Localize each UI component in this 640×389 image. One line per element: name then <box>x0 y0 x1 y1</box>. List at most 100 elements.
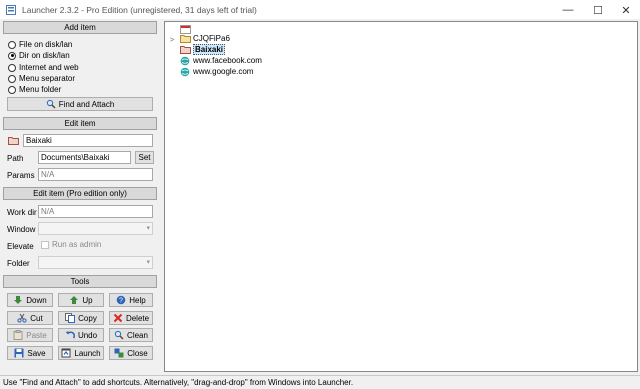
cut-label: Cut <box>30 313 43 323</box>
paste-icon <box>13 330 23 340</box>
maximize-button[interactable]: ☐ <box>584 0 612 20</box>
radio-label: Menu separator <box>19 74 76 83</box>
tree-item-cjqfipa6[interactable]: CJQFiPa6 <box>180 34 230 43</box>
workdir-field[interactable]: N/A <box>38 205 153 218</box>
tree-item-label: www.facebook.com <box>193 56 262 65</box>
radio-menu-separator[interactable]: Menu separator <box>8 73 75 84</box>
copy-icon <box>65 313 76 323</box>
folder-selected-icon <box>180 45 191 54</box>
up-label: Up <box>82 295 93 305</box>
find-and-attach-label: Find and Attach <box>58 99 115 109</box>
up-button[interactable]: Up <box>58 293 104 307</box>
run-as-admin-checkbox[interactable]: Run as admin <box>41 240 101 249</box>
radio-checked-icon[interactable] <box>8 51 16 60</box>
radio-label: Internet and web <box>19 63 79 72</box>
path-field[interactable]: Documents\Baixaki <box>38 151 131 164</box>
set-path-button[interactable]: Set <box>135 151 154 164</box>
radio-file-on-disk[interactable]: File on disk/lan <box>8 39 72 50</box>
path-label: Path <box>7 154 24 163</box>
left-panel: Add item File on disk/lan Dir on disk/la… <box>3 21 157 372</box>
radio-internet-web[interactable]: Internet and web <box>8 62 79 73</box>
tree-item-label: Baixaki <box>193 44 226 55</box>
help-icon: ? <box>116 295 126 305</box>
folder-combo[interactable]: ▾ <box>38 256 153 269</box>
title-bar: Launcher 2.3.2 - Pro Edition (unregister… <box>0 0 640 20</box>
copy-button[interactable]: Copy <box>58 311 104 325</box>
window-combo[interactable]: ▾ <box>38 222 153 235</box>
folder-label: Folder <box>7 259 30 268</box>
paste-label: Paste <box>26 330 47 340</box>
web-link-icon <box>180 67 190 77</box>
radio-icon[interactable] <box>8 40 16 49</box>
tree-item-facebook[interactable]: www.facebook.com <box>180 56 262 66</box>
chevron-down-icon[interactable]: ▾ <box>146 223 150 234</box>
app-icon <box>6 5 16 15</box>
undo-button[interactable]: Undo <box>58 328 104 342</box>
magnifier-icon <box>114 330 124 340</box>
elevate-label: Elevate <box>7 242 34 251</box>
scissors-icon <box>17 313 27 323</box>
undo-label: Undo <box>77 330 98 340</box>
folder-icon <box>180 34 191 43</box>
tree-item-label: CJQFiPa6 <box>193 34 230 43</box>
svg-text:?: ? <box>119 298 123 305</box>
close-window-button[interactable]: ✕ <box>612 0 640 20</box>
minimize-button[interactable]: — <box>554 0 582 20</box>
radio-icon[interactable] <box>8 74 16 83</box>
help-label: Help <box>129 295 146 305</box>
tools-header: Tools <box>3 275 157 288</box>
chevron-right-icon[interactable]: > <box>170 37 174 44</box>
launch-button[interactable]: Launch <box>58 346 104 360</box>
close-label: Close <box>127 348 148 358</box>
launch-icon <box>61 348 71 358</box>
magnifier-icon <box>46 99 56 109</box>
edit-item-header: Edit item <box>3 117 157 130</box>
window-label: Window <box>7 225 36 234</box>
tree-item-baixaki[interactable]: Baixaki <box>180 44 226 55</box>
chevron-down-icon[interactable]: ▾ <box>146 257 150 268</box>
clean-label: Clean <box>127 330 148 340</box>
edit-pro-header: Edit item (Pro edition only) <box>3 187 157 200</box>
radio-menu-folder[interactable]: Menu folder <box>8 84 61 95</box>
item-name-field[interactable]: Baixaki <box>23 134 153 147</box>
folder-icon <box>8 136 19 145</box>
window-title: Launcher 2.3.2 - Pro Edition (unregister… <box>22 5 257 15</box>
floppy-icon <box>14 348 24 358</box>
save-label: Save <box>27 348 46 358</box>
delete-x-icon <box>113 313 123 323</box>
copy-label: Copy <box>78 313 97 323</box>
tree-item-google[interactable]: www.google.com <box>180 67 254 77</box>
delete-button[interactable]: Delete <box>109 311 153 325</box>
launch-label: Launch <box>74 348 101 358</box>
radio-dir-on-disk[interactable]: Dir on disk/lan <box>8 50 70 61</box>
close-button[interactable]: Close <box>109 346 153 360</box>
run-as-admin-label: Run as admin <box>52 240 102 249</box>
radio-label: Dir on disk/lan <box>19 51 70 60</box>
arrow-down-icon <box>13 295 23 305</box>
paste-button[interactable]: Paste <box>7 328 53 342</box>
radio-label: File on disk/lan <box>19 40 73 49</box>
tree-item-menu-strip[interactable] <box>180 25 193 34</box>
close-window-icon <box>114 348 124 358</box>
save-button[interactable]: Save <box>7 346 53 360</box>
down-button[interactable]: Down <box>7 293 53 307</box>
tree-item-label: www.google.com <box>193 67 254 76</box>
checkbox-icon[interactable] <box>41 240 49 249</box>
radio-icon[interactable] <box>8 63 16 72</box>
down-label: Down <box>26 295 47 305</box>
set-path-label: Set <box>138 153 151 162</box>
params-field[interactable]: N/A <box>38 168 153 181</box>
workdir-label: Work dir <box>7 208 37 217</box>
web-link-icon <box>180 56 190 66</box>
help-button[interactable]: ? Help <box>109 293 153 307</box>
find-and-attach-button[interactable]: Find and Attach <box>7 97 153 111</box>
radio-icon[interactable] <box>8 85 16 94</box>
params-label: Params <box>7 171 35 180</box>
status-bar: Use "Find and Attach" to add shortcuts. … <box>0 375 640 389</box>
menu-strip-icon <box>180 25 191 34</box>
add-item-header: Add item <box>3 21 157 34</box>
clean-button[interactable]: Clean <box>109 328 153 342</box>
delete-label: Delete <box>125 313 150 323</box>
cut-button[interactable]: Cut <box>7 311 53 325</box>
undo-icon <box>65 330 75 340</box>
